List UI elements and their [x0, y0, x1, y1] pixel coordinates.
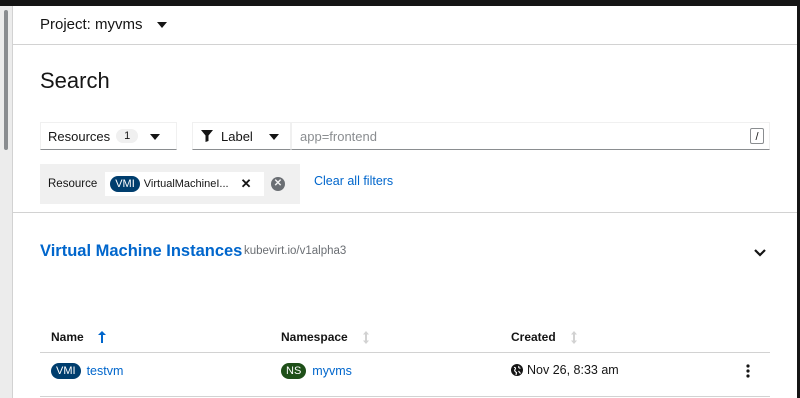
label-search-input[interactable]	[291, 122, 770, 150]
page-title: Search	[40, 68, 110, 93]
chip-group-label: Resource	[48, 178, 98, 190]
column-header-name[interactable]: Name	[51, 330, 106, 344]
sort-up-icon	[97, 331, 106, 343]
scrollbar-thumb[interactable]	[4, 10, 8, 150]
resources-count-badge: 1	[116, 129, 139, 143]
chevron-down-icon[interactable]	[754, 244, 766, 262]
api-version-label: kubevirt.io/v1alpha3	[244, 245, 347, 257]
vmi-kind-badge: VMI	[110, 176, 140, 192]
caret-down-icon	[269, 134, 279, 140]
namespace-link[interactable]: myvms	[312, 364, 352, 378]
kebab-icon[interactable]	[746, 364, 750, 383]
column-label-namespace: Namespace	[281, 330, 348, 344]
ns-kind-badge: NS	[281, 363, 307, 379]
column-header-created[interactable]: Created	[511, 330, 578, 344]
section-divider	[13, 212, 797, 213]
column-header-namespace[interactable]: Namespace	[281, 330, 370, 344]
vm-name-link[interactable]: testvm	[87, 364, 124, 378]
sort-icon	[362, 330, 370, 344]
resource-chip: VMI VirtualMachineI... ✕	[105, 172, 265, 196]
vmi-kind-badge: VMI	[51, 363, 81, 379]
main-content: Project: myvms Search Resources 1 Label …	[13, 6, 797, 398]
label-filter-dropdown[interactable]: Label	[192, 122, 291, 150]
section-title[interactable]: Virtual Machine Instances	[40, 242, 242, 261]
close-icon[interactable]: ✕	[241, 176, 252, 192]
project-selector[interactable]: Project: myvms	[40, 16, 167, 33]
column-label-created: Created	[511, 330, 556, 344]
clear-all-filters-link[interactable]: Clear all filters	[314, 174, 393, 188]
resources-label: Resources	[48, 128, 111, 144]
globe-icon	[511, 364, 523, 376]
project-bar: Project: myvms	[13, 6, 797, 45]
table-cell-created: Nov 26, 8:33 am	[511, 363, 619, 377]
caret-down-icon	[156, 21, 167, 28]
table-cell-namespace: NS myvms	[281, 363, 352, 379]
close-circle-icon[interactable]: ✕	[271, 177, 285, 191]
project-label: Project: myvms	[40, 16, 143, 33]
caret-down-icon	[150, 134, 160, 140]
table-row-border	[40, 396, 770, 397]
keyboard-shortcut-hint: /	[750, 128, 764, 144]
chip-text: VirtualMachineI...	[143, 178, 229, 190]
created-timestamp: Nov 26, 8:33 am	[527, 363, 619, 377]
sort-icon	[570, 330, 578, 344]
table-cell-name: VMI testvm	[51, 363, 123, 379]
label-filter-text: Label	[221, 128, 253, 144]
filter-icon	[201, 130, 213, 142]
filter-chip-group: Resource VMI VirtualMachineI... ✕ ✕	[40, 164, 300, 204]
column-label-name: Name	[51, 330, 84, 344]
resources-dropdown[interactable]: Resources 1	[40, 122, 177, 150]
table-header-border	[40, 352, 770, 353]
